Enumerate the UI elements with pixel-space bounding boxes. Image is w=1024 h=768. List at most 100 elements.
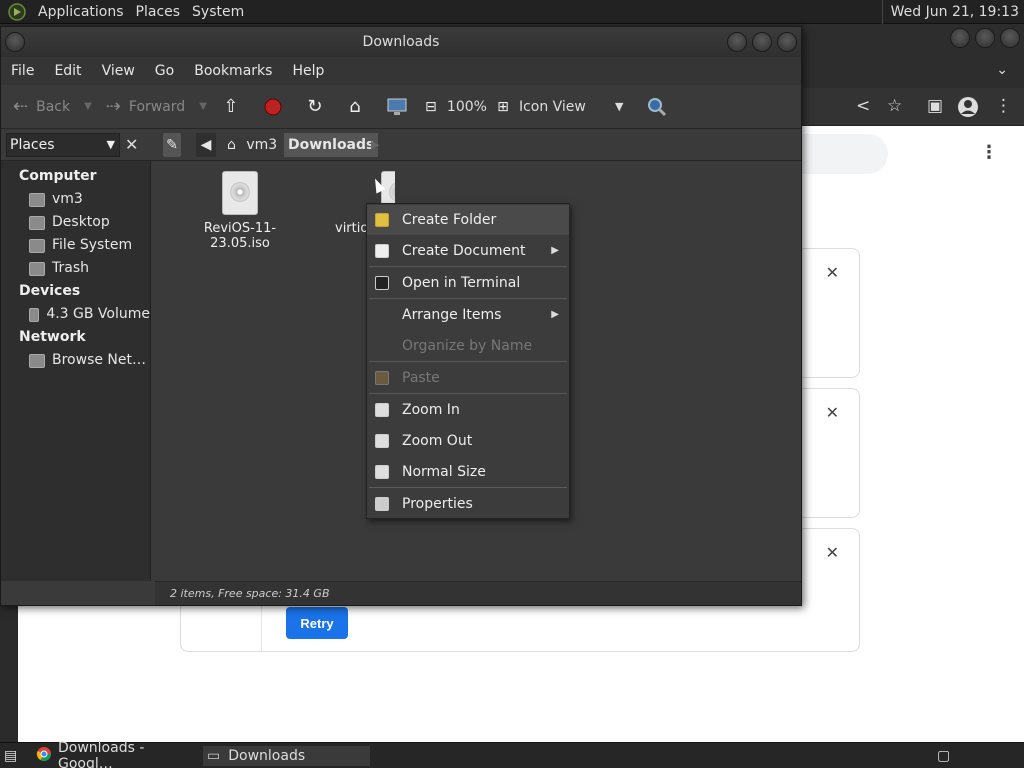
menu-go[interactable]: Go [145,63,184,79]
chevron-down-icon: ▼ [106,138,115,151]
zoom-out-icon[interactable]: ⊟ [421,97,441,117]
menu-item-open-terminal[interactable]: Open in Terminal [367,268,569,298]
crumb-downloads[interactable]: Downloads [284,133,379,157]
sidebar-item-volume[interactable]: 4.3 GB Volume [1,303,150,326]
computer-heading: Computer [19,168,97,184]
remove-download-icon[interactable]: ✕ [826,543,839,562]
menu-item-arrange-items[interactable]: Arrange Items ▶ [367,300,569,330]
menu-separator [369,298,567,299]
menu-item-zoom-in[interactable]: Zoom In [367,395,569,425]
zoom-out-icon [375,434,389,448]
task-file-manager[interactable]: ▭ Downloads [203,746,370,766]
menu-edit[interactable]: Edit [44,63,91,79]
system-menu[interactable]: System [186,0,250,24]
share-icon[interactable]: < [856,96,870,116]
file-name: ReviOS-11-23.05.iso [203,221,277,251]
devices-heading: Devices [19,283,81,299]
distro-logo-icon[interactable] [6,1,28,23]
browser-window-controls [950,28,1020,48]
menu-separator [369,393,567,394]
top-panel: Applications Places System Wed Jun 21, 1… [0,0,1024,24]
forward-history-chevron-icon[interactable]: ▼ [199,101,207,112]
remove-download-icon[interactable]: ✕ [826,403,839,422]
stop-icon[interactable] [263,97,283,117]
search-icon[interactable] [647,97,667,117]
network-heading: Network [19,329,86,345]
folder-icon: ▭ [207,748,221,764]
minimize-button[interactable] [727,32,747,52]
crumb-home[interactable]: ⌂ vm3 [223,133,281,157]
profile-avatar-icon[interactable] [957,96,979,123]
window-title: Downloads [362,34,440,50]
computer-icon[interactable] [387,97,407,117]
remove-download-icon[interactable]: ✕ [826,263,839,282]
file-item[interactable]: ReviOS-11-23.05.iso [177,171,303,251]
close-button[interactable] [1000,28,1020,48]
places-sidebar: Computer vm3 Desktop File System Trash D… [1,161,151,581]
workspace-switcher-icon[interactable]: ▢ [937,746,957,766]
sidebar-item-filesystem[interactable]: File System [1,234,150,257]
show-desktop-icon[interactable]: ▤ [4,746,24,766]
sidebar-item-browse-network[interactable]: Browse Net… [1,349,150,372]
menu-view[interactable]: View [92,63,145,79]
window-menu-button[interactable] [5,32,25,52]
submenu-arrow-icon: ▶ [551,309,559,320]
clock[interactable]: Wed Jun 21, 19:13 [881,0,1019,24]
tab-search-chevron-icon[interactable]: ⌄ [996,62,1008,78]
context-menu: Create Folder Create Document ▶ Open in … [366,203,570,519]
maximize-button[interactable] [752,32,772,52]
menu-help[interactable]: Help [282,63,334,79]
trash-icon [29,261,45,276]
taskbar: ▤ Downloads - Googl… ▭ Downloads ▢ [0,740,1024,768]
task-browser[interactable]: Downloads - Googl… [36,740,200,768]
sidebar-selector[interactable]: Places ▼ [6,133,120,157]
retry-button[interactable]: Retry [286,607,348,639]
reload-icon[interactable]: ↻ [305,96,325,117]
browser-menu-icon[interactable]: ⋮ [995,96,1012,116]
applications-menu[interactable]: Applications [32,0,130,24]
downloads-more-icon[interactable]: ⋮ [980,142,998,163]
sidebar-item-trash[interactable]: Trash [1,257,150,280]
back-history-chevron-icon[interactable]: ▼ [84,101,92,112]
zoom-in-icon [375,403,389,417]
side-panel-icon[interactable]: ▣ [927,96,943,116]
filesystem-icon [29,238,45,253]
crumb-left-arrow-icon[interactable]: ◀ [196,133,216,157]
menu-item-zoom-out[interactable]: Zoom Out [367,426,569,456]
up-icon[interactable]: ⇧ [221,96,241,117]
sidebar-item-vm3[interactable]: vm3 [1,188,150,211]
desktop-icon [29,215,45,230]
network-icon [29,353,45,368]
close-sidebar-icon[interactable]: ✕ [125,135,138,154]
minimize-button[interactable] [950,28,970,48]
maximize-button[interactable] [975,28,995,48]
disc-image-icon [222,171,258,215]
chrome-icon [36,746,52,766]
forward-button[interactable]: ⇢ Forward [106,85,185,129]
view-mode-select[interactable]: Icon View [519,99,615,115]
bookmark-star-icon[interactable]: ☆ [887,96,902,116]
menu-item-create-document[interactable]: Create Document ▶ [367,236,569,266]
zoom-level: 100% [446,98,487,115]
zoom-in-icon[interactable]: ⊞ [493,97,513,117]
view-mode-chevron-icon[interactable]: ▼ [615,100,623,113]
menu-item-normal-size[interactable]: Normal Size [367,457,569,487]
menu-file[interactable]: File [1,63,44,79]
menu-separator [369,361,567,362]
paste-icon [375,371,389,385]
edit-location-icon[interactable]: ✎ [163,133,181,157]
menu-item-properties[interactable]: Properties [367,489,569,519]
file-manager-titlebar[interactable]: Downloads [1,27,801,57]
home-icon[interactable]: ⌂ [345,96,365,117]
sidebar-item-desktop[interactable]: Desktop [1,211,150,234]
menu-item-create-folder[interactable]: Create Folder [367,205,569,235]
zoom-reset-icon [375,465,389,479]
places-menu[interactable]: Places [130,0,187,24]
status-bar: 2 items, Free space: 31.4 GB [155,581,801,605]
back-button[interactable]: ⇠ Back [13,85,70,129]
close-button[interactable] [777,32,797,52]
crumb-right-arrow-icon[interactable]: ▶ [371,133,379,157]
home-folder-icon: ⌂ [227,137,236,153]
menu-separator [369,266,567,267]
menu-bookmarks[interactable]: Bookmarks [184,63,282,79]
